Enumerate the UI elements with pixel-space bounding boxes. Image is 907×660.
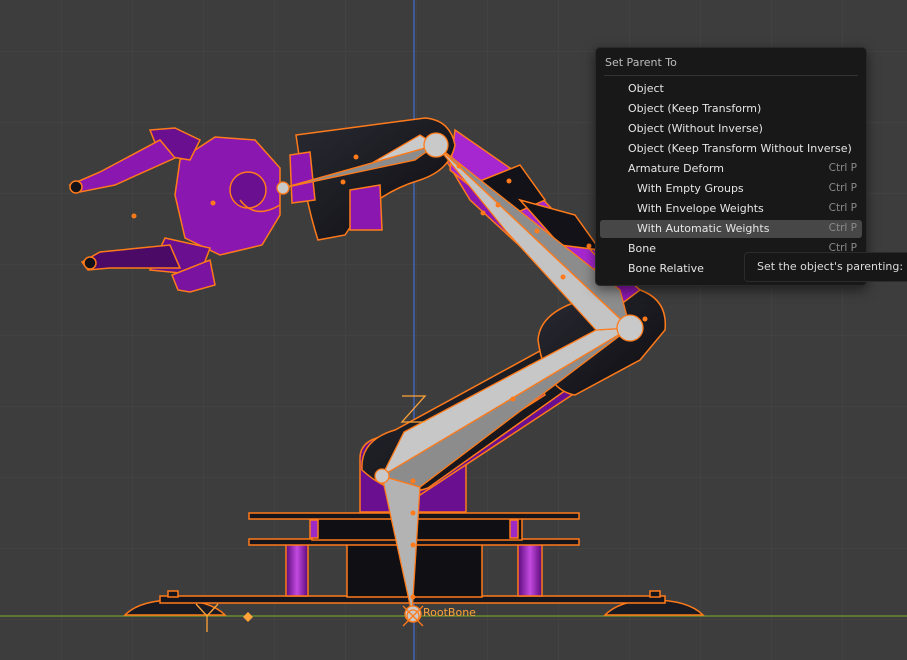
menu-item-object[interactable]: Object — [600, 80, 862, 98]
menu-item-label: Object — [628, 82, 664, 95]
menu-item-label: With Envelope Weights — [637, 202, 764, 215]
menu-item-label: Object (Keep Transform Without Inverse) — [628, 142, 852, 155]
menu-tooltip: Set the object's parenting: — [744, 252, 907, 282]
menu-item-label: With Empty Groups — [637, 182, 744, 195]
menu-item-armature-deform[interactable]: Armature Deform Ctrl P — [600, 160, 862, 178]
menu-item-label: Object (Keep Transform) — [628, 102, 762, 115]
menu-item-shortcut: Ctrl P — [828, 222, 857, 234]
menu-item-shortcut: Ctrl P — [828, 202, 857, 214]
menu-item-object-keep-transform-without-inverse[interactable]: Object (Keep Transform Without Inverse) — [600, 140, 862, 158]
set-parent-menu[interactable]: Set Parent To Object Object (Keep Transf… — [595, 47, 867, 286]
menu-item-label: Bone Relative — [628, 262, 704, 275]
menu-item-object-keep-transform[interactable]: Object (Keep Transform) — [600, 100, 862, 118]
3d-viewport[interactable]: RootBone Set Parent To Object Object (Ke… — [0, 0, 907, 660]
menu-item-object-without-inverse[interactable]: Object (Without Inverse) — [600, 120, 862, 138]
menu-item-label: Armature Deform — [628, 162, 725, 175]
menu-item-label: Object (Without Inverse) — [628, 122, 763, 135]
root-bone-label: RootBone — [423, 606, 476, 619]
menu-item-with-automatic-weights[interactable]: With Automatic Weights Ctrl P — [600, 220, 862, 238]
menu-item-with-envelope-weights[interactable]: With Envelope Weights Ctrl P — [600, 200, 862, 218]
menu-item-label: With Automatic Weights — [637, 222, 770, 235]
menu-title: Set Parent To — [605, 56, 677, 69]
menu-item-with-empty-groups[interactable]: With Empty Groups Ctrl P — [600, 180, 862, 198]
menu-item-shortcut: Ctrl P — [828, 182, 857, 194]
menu-item-label: Bone — [628, 242, 657, 255]
menu-item-shortcut: Ctrl P — [828, 162, 857, 174]
tooltip-text: Set the object's parenting: — [757, 260, 904, 273]
menu-divider — [604, 75, 858, 76]
